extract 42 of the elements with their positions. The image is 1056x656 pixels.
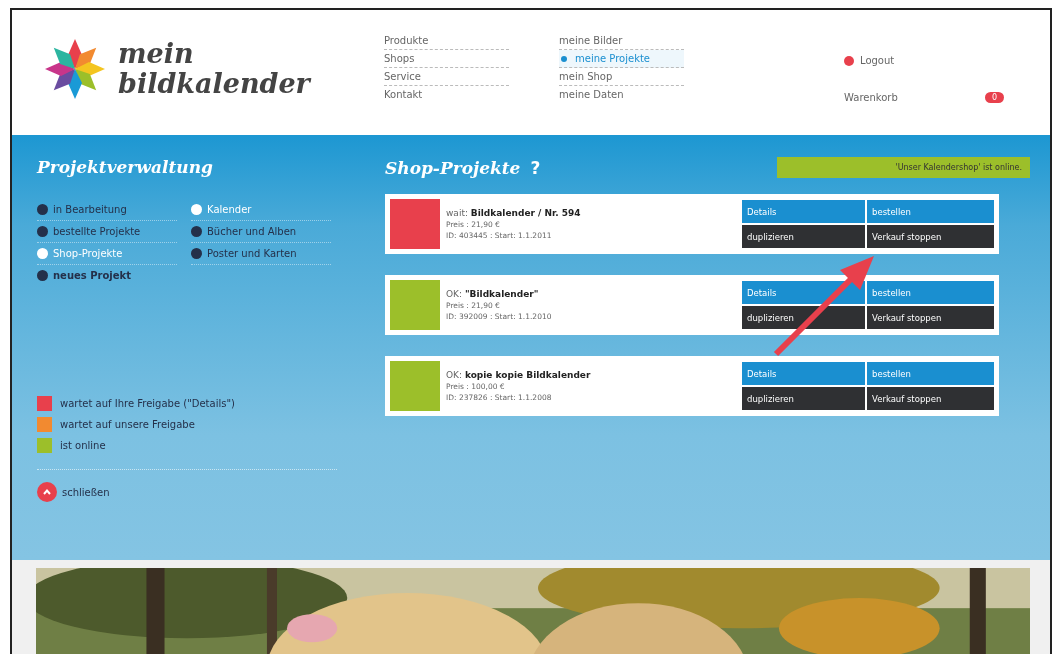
nav-link[interactable]: Shops bbox=[384, 50, 509, 68]
logout-icon bbox=[844, 55, 854, 66]
sidebar-item[interactable]: neues Projekt bbox=[53, 270, 131, 281]
nav-link[interactable]: Service bbox=[384, 68, 509, 86]
nav-link[interactable]: mein Shop bbox=[559, 68, 684, 86]
action-button[interactable]: Details bbox=[742, 200, 865, 223]
section-title: Shop-Projekte bbox=[385, 157, 521, 178]
nav-link[interactable]: Produkte bbox=[384, 32, 509, 50]
close-link[interactable]: schließen bbox=[62, 486, 110, 498]
nav-link[interactable]: Kontakt bbox=[384, 86, 509, 103]
logo-text: bildkalender bbox=[118, 69, 310, 99]
project-title: OK: "Bildkalender" bbox=[446, 289, 540, 299]
project-title: OK: kopie kopie Bildkalender bbox=[446, 370, 592, 380]
action-button[interactable]: Verkauf stoppen bbox=[867, 387, 994, 410]
cart-link[interactable]: Warenkorb bbox=[844, 92, 898, 103]
close-icon bbox=[37, 482, 57, 502]
notice-banner: 'Unser Kalendershop' ist online. bbox=[777, 157, 1030, 178]
legend-label: wartet auf unsere Freigabe bbox=[60, 419, 195, 430]
sidebar-item[interactable]: Bücher und Alben bbox=[207, 226, 297, 237]
action-button[interactable]: bestellen bbox=[867, 200, 994, 223]
legend-label: wartet auf Ihre Freigabe ("Details") bbox=[60, 398, 235, 409]
action-button[interactable]: Details bbox=[742, 362, 865, 385]
logout-link[interactable]: Logout bbox=[860, 55, 895, 66]
action-button[interactable]: bestellen bbox=[867, 281, 994, 304]
logo-text: mein bbox=[118, 39, 195, 69]
action-button[interactable]: bestellen bbox=[867, 362, 994, 385]
action-button[interactable]: Verkauf stoppen bbox=[867, 225, 994, 248]
bullet-icon bbox=[561, 55, 567, 62]
action-button[interactable]: Verkauf stoppen bbox=[867, 306, 994, 329]
project-title: wait: Bildkalender / Nr. 594 bbox=[446, 208, 582, 218]
cart-count-badge: 0 bbox=[984, 92, 1004, 103]
sidebar-item[interactable]: Poster und Karten bbox=[207, 248, 297, 259]
sidebar-item[interactable]: bestellte Projekte bbox=[53, 226, 141, 237]
legend-label: ist online bbox=[60, 440, 106, 451]
sidebar-title: Projektverwaltung bbox=[37, 157, 214, 177]
sidebar-item[interactable]: in Bearbeitung bbox=[53, 204, 127, 215]
nav-link[interactable]: meine Projekte bbox=[559, 50, 684, 68]
star-logo-icon bbox=[44, 38, 106, 100]
action-button[interactable]: duplizieren bbox=[742, 225, 865, 248]
nav-link[interactable]: meine Daten bbox=[559, 86, 684, 103]
action-button[interactable]: duplizieren bbox=[742, 387, 865, 410]
action-button[interactable]: duplizieren bbox=[742, 306, 865, 329]
